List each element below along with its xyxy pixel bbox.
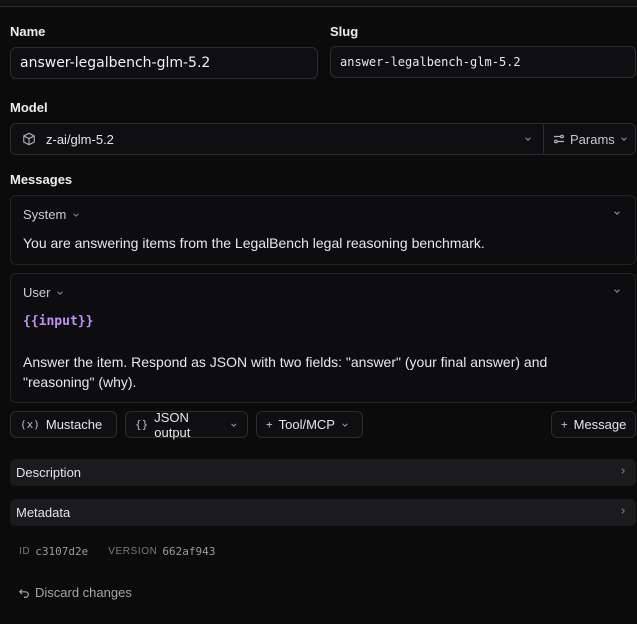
template-variable: {{input}} <box>23 314 94 329</box>
version-info: ID c3107d2e VERSION 662af943 <box>19 545 235 558</box>
add-message-label: Message <box>573 417 627 432</box>
role-label: System <box>23 207 67 222</box>
system-message-card: System You are answering items from the … <box>10 195 636 265</box>
plus-icon: + <box>266 418 273 431</box>
sliders-icon <box>554 134 564 144</box>
json-output-button[interactable]: {} JSON output <box>125 409 248 440</box>
plus-icon: + <box>561 418 568 431</box>
version-value: 662af943 <box>162 545 216 558</box>
tool-mcp-button[interactable]: + Tool/MCP <box>256 411 363 438</box>
undo-icon <box>18 588 29 598</box>
chevron-down-icon <box>621 137 627 141</box>
user-message-card: User {{input}} Answer the item. Respond … <box>10 273 636 403</box>
mustache-label: Mustache <box>45 417 103 432</box>
braces-icon: {} <box>135 418 149 431</box>
messages-label: Messages <box>10 172 73 187</box>
cube-icon <box>23 132 35 146</box>
tool-mcp-label: Tool/MCP <box>278 417 335 432</box>
role-selector[interactable]: System <box>23 207 80 222</box>
model-value: z-ai/glm-5.2 <box>46 131 114 147</box>
discard-label: Discard changes <box>35 585 132 600</box>
model-selector: z-ai/glm-5.2 Params <box>10 123 636 155</box>
params-button[interactable]: Params <box>543 124 635 154</box>
system-message-text[interactable]: You are answering items from the LegalBe… <box>23 233 615 253</box>
slug-input[interactable]: answer-legalbench-glm-5.2 <box>330 46 636 78</box>
variable-icon: (x) <box>20 418 40 431</box>
role-label: User <box>23 285 51 300</box>
version-key: VERSION <box>108 546 158 557</box>
chevron-down-icon <box>73 212 80 217</box>
add-message-button[interactable]: + Message <box>551 411 636 438</box>
user-message-text: Answer the item. Respond as JSON with tw… <box>23 354 548 390</box>
discard-changes-button[interactable]: Discard changes <box>18 585 132 600</box>
id-key: ID <box>19 546 31 557</box>
metadata-label: Metadata <box>16 505 71 520</box>
chevron-right-icon <box>621 468 625 474</box>
collapse-chevron-icon[interactable] <box>613 209 621 217</box>
chevron-down-icon <box>231 423 237 427</box>
chevron-down-icon <box>57 290 64 295</box>
chevron-down-icon <box>342 422 348 427</box>
params-label: Params <box>570 131 615 147</box>
id-value: c3107d2e <box>35 545 89 558</box>
top-edge <box>0 0 637 7</box>
name-label: Name <box>10 24 46 39</box>
name-input[interactable]: answer-legalbench-glm-5.2 <box>10 47 318 79</box>
json-output-label: JSON output <box>154 409 191 440</box>
slug-label: Slug <box>330 24 359 39</box>
mustache-button[interactable]: (x) Mustache <box>10 411 117 438</box>
metadata-section[interactable]: Metadata <box>10 499 636 526</box>
model-select[interactable]: z-ai/glm-5.2 <box>11 124 543 154</box>
chevron-down-icon <box>525 137 531 141</box>
user-message-editor[interactable]: {{input}} Answer the item. Respond as JS… <box>23 312 615 392</box>
collapse-chevron-icon[interactable] <box>613 287 621 295</box>
model-label: Model <box>10 100 48 115</box>
description-section[interactable]: Description <box>10 459 636 486</box>
role-selector[interactable]: User <box>23 285 64 300</box>
chevron-right-icon <box>621 508 625 514</box>
description-label: Description <box>16 465 82 480</box>
